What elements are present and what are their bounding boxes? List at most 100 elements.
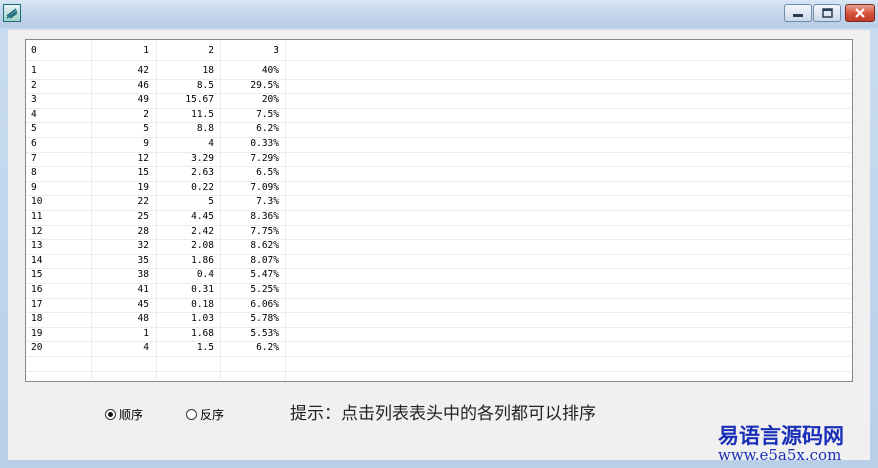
table-cell: 3	[31, 94, 37, 105]
sort-descending-label: 反序	[200, 408, 225, 422]
column-header-2[interactable]: 2	[157, 44, 214, 58]
table-cell: 1	[143, 328, 149, 339]
table-cell: 5.53%	[250, 328, 279, 339]
table-cell: 6.2%	[256, 342, 279, 353]
table-cell: 6.5%	[256, 167, 279, 178]
app-icon[interactable]	[3, 4, 21, 22]
title-bar[interactable]	[0, 0, 878, 28]
table-cell: 2.08	[191, 240, 214, 251]
table-cell: 15.67	[185, 94, 214, 105]
table-cell: 5	[31, 123, 37, 134]
row-divider	[26, 225, 852, 226]
table-cell: 8.36%	[250, 211, 279, 222]
table-cell: 5.78%	[250, 313, 279, 324]
row-divider	[26, 341, 852, 342]
table-cell: 12	[31, 226, 43, 237]
table-cell: 8.8	[196, 123, 214, 134]
table-row[interactable]: 10 22 5 7.3%	[26, 195, 286, 209]
table-cell: 9	[143, 138, 149, 149]
table-row[interactable]: 3 49 15.67 20%	[26, 93, 286, 107]
table-row[interactable]: 17 45 0.18 6.06%	[26, 298, 286, 312]
table-cell: 15	[31, 269, 43, 280]
watermark-url: www.e5a5x.com	[718, 446, 842, 464]
table-cell: 41	[137, 284, 149, 295]
table-cell: 49	[137, 94, 149, 105]
row-divider	[26, 283, 852, 284]
table-row[interactable]: 5 5 8.8 6.2%	[26, 122, 286, 136]
table-cell: 9	[31, 182, 37, 193]
table-cell: 6.06%	[250, 299, 279, 310]
table-cell: 10	[31, 196, 43, 207]
table-row[interactable]: 4 2 11.5 7.5%	[26, 108, 286, 122]
minimize-button[interactable]	[784, 4, 812, 22]
table-cell: 16	[31, 284, 43, 295]
table-cell: 11.5	[191, 109, 214, 120]
table-cell: 2	[31, 80, 37, 91]
table-cell: 38	[137, 269, 149, 280]
table-row[interactable]: 8 15 2.63 6.5%	[26, 166, 286, 180]
row-divider	[26, 254, 852, 255]
maximize-icon	[822, 8, 833, 18]
table-cell: 2.63	[191, 167, 214, 178]
table-row[interactable]: 20 4 1.5 6.2%	[26, 341, 286, 355]
row-divider	[26, 122, 852, 123]
table-cell: 3.29	[191, 153, 214, 164]
table-cell: 46	[137, 80, 149, 91]
table-cell: 1.68	[191, 328, 214, 339]
table-cell: 19	[137, 182, 149, 193]
table-row[interactable]: 16 41 0.31 5.25%	[26, 283, 286, 297]
sort-descending-radio[interactable]: 反序	[186, 407, 246, 423]
table-row[interactable]: 12 28 2.42 7.75%	[26, 225, 286, 239]
table-row[interactable]: 9 19 0.22 7.09%	[26, 181, 286, 195]
table-row[interactable]: 15 38 0.4 5.47%	[26, 268, 286, 282]
table-cell: 22	[137, 196, 149, 207]
row-divider	[26, 181, 852, 182]
table-cell: 7.75%	[250, 226, 279, 237]
table-row[interactable]: 2 46 8.5 29.5%	[26, 79, 286, 93]
column-header-3[interactable]: 3	[221, 44, 279, 58]
column-header-1[interactable]: 1	[92, 44, 149, 58]
table-cell: 0.31	[191, 284, 214, 295]
table-cell: 2	[143, 109, 149, 120]
row-divider	[26, 312, 852, 313]
table-cell: 0.33%	[250, 138, 279, 149]
close-button[interactable]	[845, 4, 875, 22]
table-row[interactable]: 13 32 2.08 8.62%	[26, 239, 286, 253]
table-cell: 4	[208, 138, 214, 149]
table-cell: 7.09%	[250, 182, 279, 193]
maximize-button[interactable]	[813, 4, 841, 22]
table-row[interactable]: 1 42 18 40%	[26, 64, 286, 78]
table-row[interactable]: 14 35 1.86 8.07%	[26, 254, 286, 268]
row-divider	[26, 60, 852, 61]
table-cell: 1	[31, 65, 37, 76]
table-cell: 1.03	[191, 313, 214, 324]
table-cell: 1.5	[196, 342, 214, 353]
table-cell: 2.42	[191, 226, 214, 237]
sort-ascending-radio[interactable]: 顺序	[105, 407, 165, 423]
table-cell: 18	[202, 65, 214, 76]
table-cell: 28	[137, 226, 149, 237]
table-cell: 4	[143, 342, 149, 353]
table-cell: 12	[137, 153, 149, 164]
table-row[interactable]: 7 12 3.29 7.29%	[26, 152, 286, 166]
row-divider	[26, 239, 852, 240]
table-cell: 45	[137, 299, 149, 310]
table-cell: 0.22	[191, 182, 214, 193]
table-cell: 4.45	[191, 211, 214, 222]
table-cell: 25	[137, 211, 149, 222]
table-row[interactable]: 11 25 4.45 8.36%	[26, 210, 286, 224]
table-cell: 11	[31, 211, 43, 222]
table-row[interactable]: 6 9 4 0.33%	[26, 137, 286, 151]
table-cell: 7.29%	[250, 153, 279, 164]
column-header-0[interactable]: 0	[31, 44, 91, 58]
row-divider	[26, 268, 852, 269]
table-cell: 6.2%	[256, 123, 279, 134]
table-cell: 0.4	[196, 269, 214, 280]
table-row[interactable]: 19 1 1.68 5.53%	[26, 327, 286, 341]
table-cell: 1.86	[191, 255, 214, 266]
report-list-view[interactable]: 0 1 2 3 1 42 18 40% 2 46 8.5 29.5% 3 49 15.67 20% 4 2…	[25, 39, 853, 382]
table-row[interactable]: 18 48 1.03 5.78%	[26, 312, 286, 326]
table-cell: 7.5%	[256, 109, 279, 120]
row-divider	[26, 371, 852, 372]
minimize-icon	[793, 14, 803, 17]
